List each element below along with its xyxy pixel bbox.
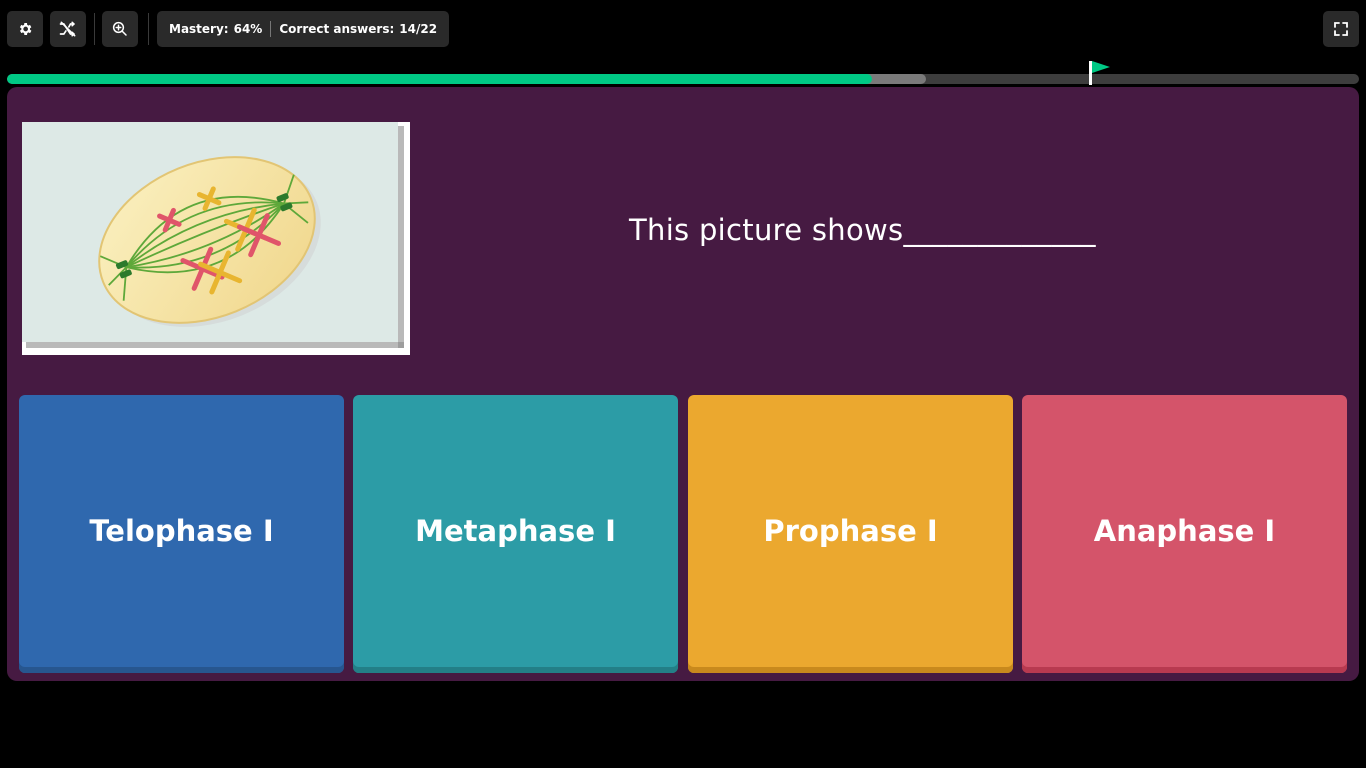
powerups-toggle-button[interactable] <box>50 11 86 47</box>
answer-option-label: Metaphase I <box>415 514 616 548</box>
zoom-button[interactable] <box>102 11 138 47</box>
fullscreen-icon <box>1334 22 1348 36</box>
toolbar-divider <box>94 13 95 45</box>
gear-icon <box>19 23 32 35</box>
answer-option-3[interactable]: Prophase I <box>688 395 1013 673</box>
question-text: This picture shows_____________ <box>629 213 1096 247</box>
progress-bar <box>7 74 1359 84</box>
toolbar-divider <box>148 13 149 45</box>
stats-divider <box>270 21 272 37</box>
shuffle-off-icon <box>59 21 76 37</box>
stats-panel: Mastery: 64% Correct answers: 14/22 <box>157 11 450 47</box>
answer-option-1[interactable]: Telophase I <box>19 395 344 673</box>
correct-answers-label: Correct answers: <box>279 22 395 36</box>
answer-option-2[interactable]: Metaphase I <box>353 395 678 673</box>
question-image[interactable] <box>22 122 410 355</box>
cell-division-illustration <box>22 122 404 348</box>
mastery-label: Mastery: <box>169 22 229 36</box>
progress-correct-fill <box>7 74 873 84</box>
zoom-in-icon <box>112 21 127 36</box>
answer-option-label: Prophase I <box>763 514 938 548</box>
correct-answers-value: 14/22 <box>399 22 438 36</box>
answer-option-label: Telophase I <box>89 514 274 548</box>
question-card: This picture shows_____________ Telophas… <box>7 87 1359 681</box>
goal-flag-icon <box>1091 61 1110 73</box>
settings-button[interactable] <box>7 11 43 47</box>
answer-option-4[interactable]: Anaphase I <box>1022 395 1347 673</box>
answer-option-label: Anaphase I <box>1093 514 1276 548</box>
fullscreen-button[interactable] <box>1323 11 1359 47</box>
mastery-value: 64% <box>233 22 263 36</box>
